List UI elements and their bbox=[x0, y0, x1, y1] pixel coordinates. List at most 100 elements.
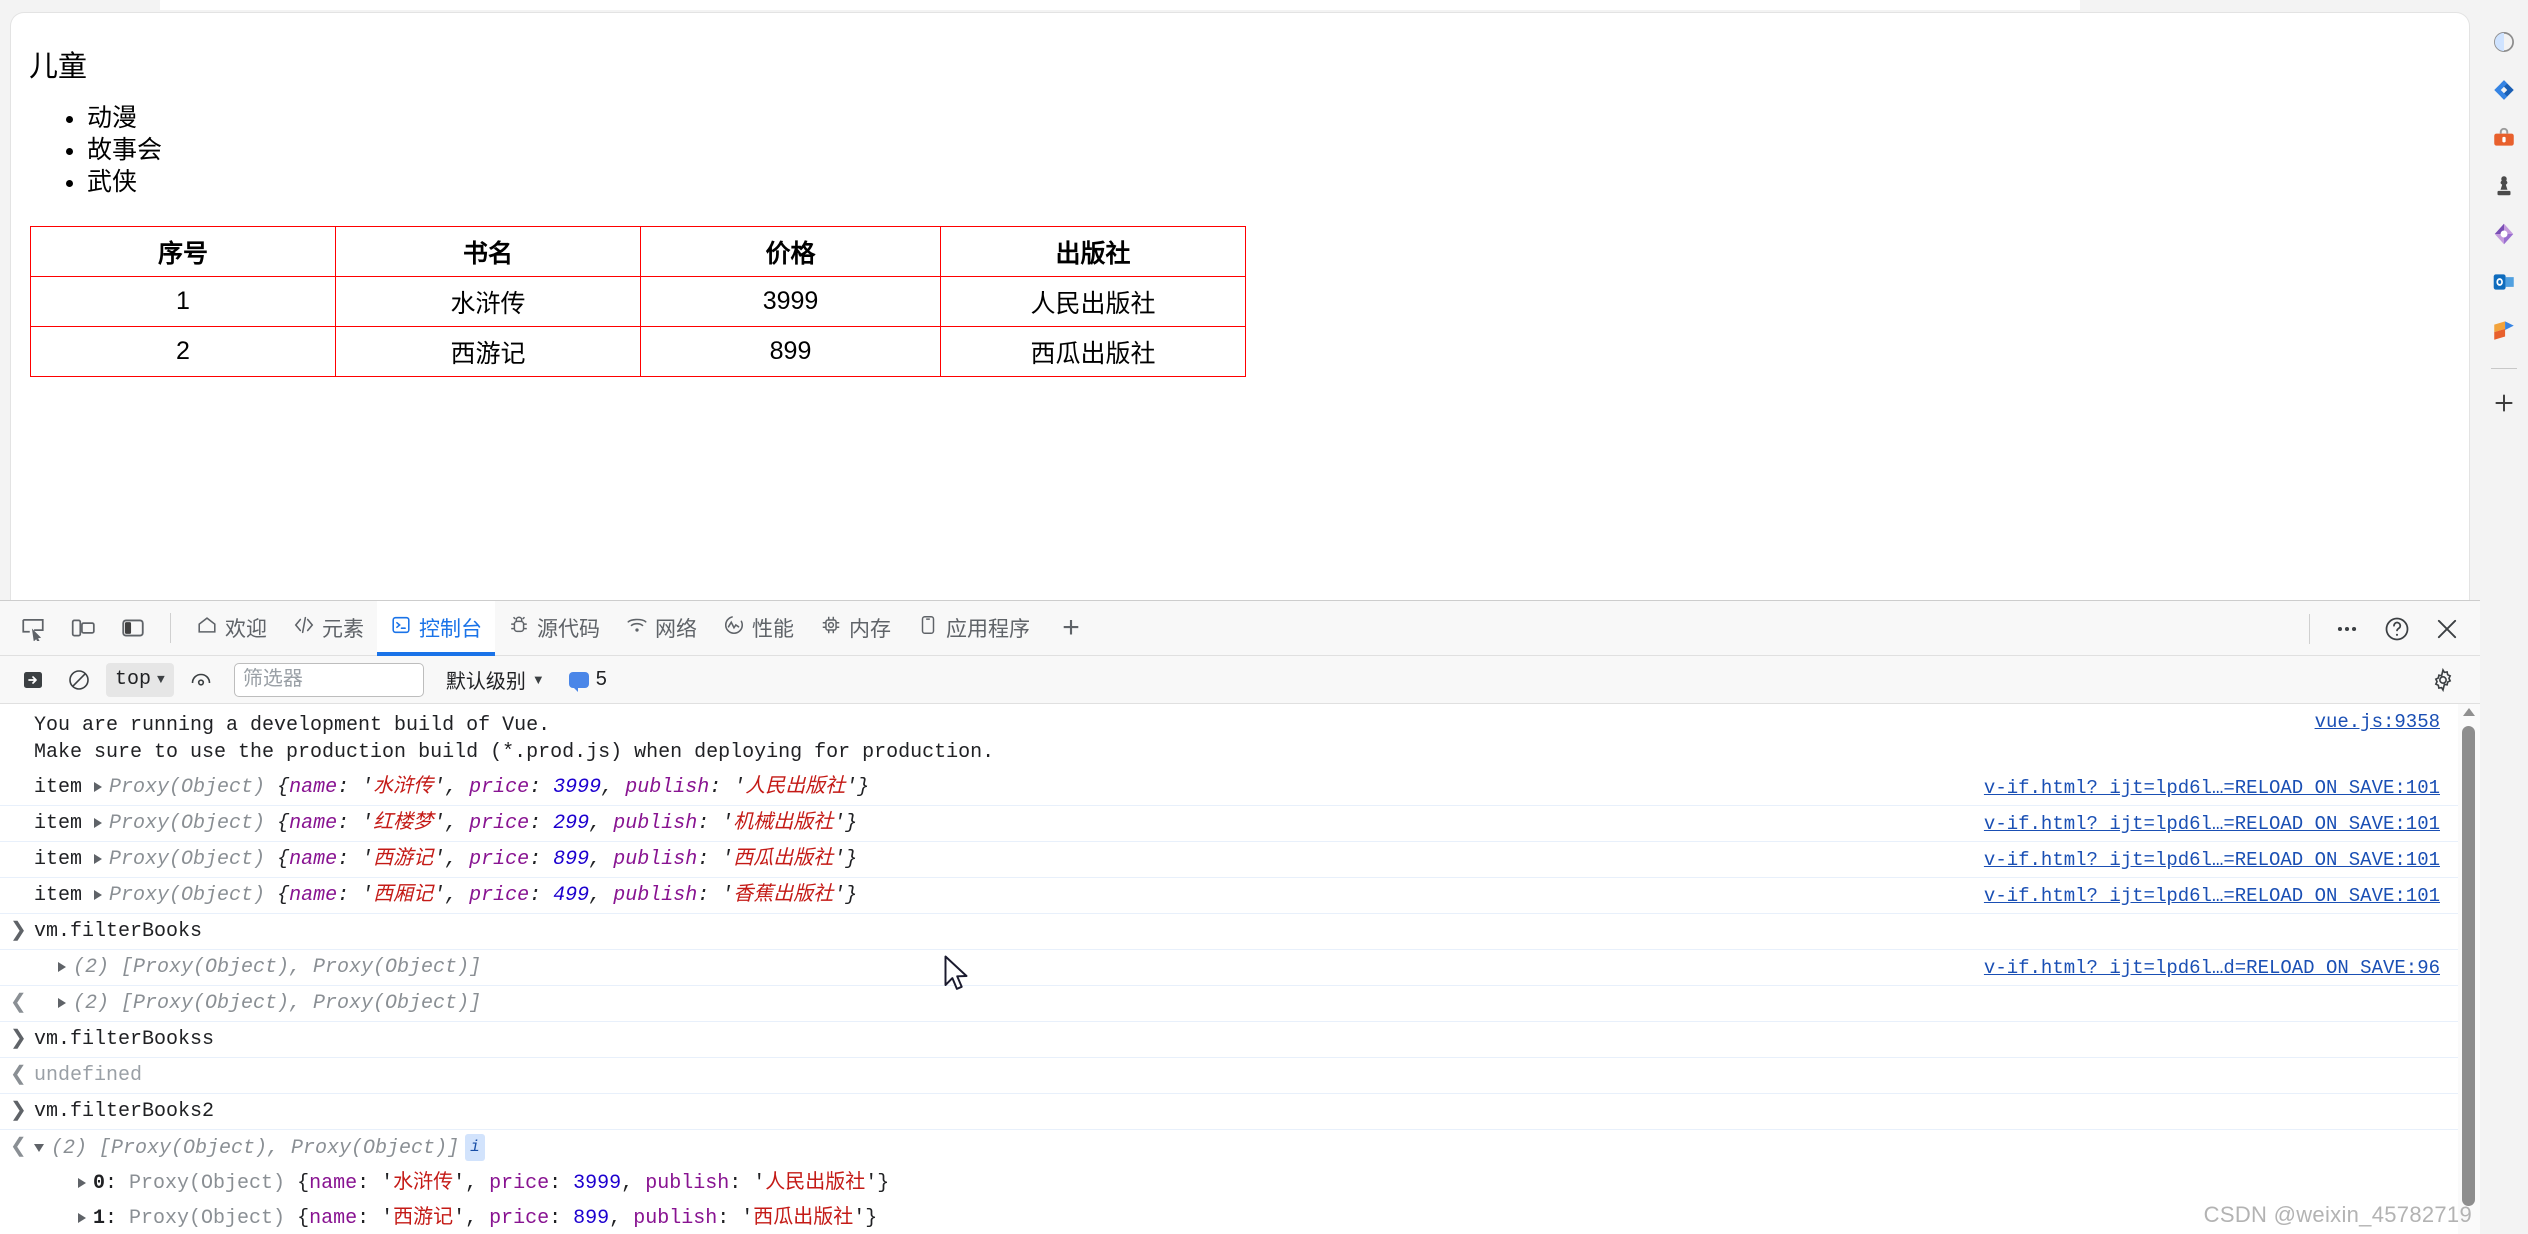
tab-elements[interactable]: 元素 bbox=[280, 601, 377, 656]
key-name: name bbox=[309, 1206, 358, 1230]
source-link[interactable]: v-if.html?_ijt=lpd6l…=RELOAD_ON_SAVE:101 bbox=[1984, 883, 2440, 910]
source-link[interactable]: vue.js:9358 bbox=[2315, 709, 2440, 736]
network-wifi-icon bbox=[626, 614, 648, 642]
expand-triangle-icon[interactable] bbox=[94, 817, 103, 828]
value-publish: 西瓜出版社 bbox=[733, 848, 834, 871]
object-type-label: Proxy(Object) bbox=[109, 776, 266, 799]
value-name: 西游记 bbox=[373, 848, 434, 871]
console-input-line[interactable]: ❯ vm.filterBooks bbox=[0, 914, 2480, 950]
toolbar-divider bbox=[170, 613, 171, 643]
category-list: 动漫 故事会 武侠 bbox=[29, 103, 2469, 198]
inspect-element-icon[interactable] bbox=[11, 606, 55, 650]
sidebar-item-copilot[interactable] bbox=[2484, 20, 2524, 68]
value-name: 水浒传 bbox=[393, 1171, 454, 1195]
info-badge-icon[interactable]: i bbox=[465, 1134, 485, 1161]
source-link[interactable]: v-if.html?_ijt=lpd6l…=RELOAD_ON_SAVE:101 bbox=[1984, 811, 2440, 838]
log-level-select[interactable]: 默认级别 ▼ bbox=[446, 665, 545, 694]
object-type-label: Proxy(Object) bbox=[109, 884, 266, 907]
sidebar-add-button[interactable] bbox=[2484, 379, 2524, 427]
performance-pulse-icon bbox=[723, 614, 745, 642]
item-prefix: item bbox=[34, 776, 83, 799]
expand-triangle-icon[interactable] bbox=[58, 961, 66, 972]
expand-triangle-icon[interactable] bbox=[94, 781, 103, 792]
table-header-row: 序号 书名 价格 出版社 bbox=[30, 226, 1246, 277]
expand-triangle-icon[interactable] bbox=[94, 889, 103, 900]
scrollbar-thumb[interactable] bbox=[2462, 726, 2475, 1206]
tab-welcome[interactable]: 欢迎 bbox=[183, 601, 280, 656]
sidebar-item-microsoft365[interactable] bbox=[2484, 212, 2524, 260]
more-options-icon[interactable] bbox=[2325, 607, 2369, 651]
book-table: 序号 书名 价格 出版社 1 水浒传 3999 人民出版社 2 西游记 899 … bbox=[30, 226, 1246, 377]
sidebar-item-edge-drop[interactable] bbox=[2484, 68, 2524, 116]
console-scrollbar[interactable] bbox=[2458, 704, 2480, 1234]
console-input-line[interactable]: ❯ vm.filterBookss bbox=[0, 1022, 2480, 1058]
expand-triangle-icon[interactable] bbox=[94, 853, 103, 864]
scroll-up-arrow-icon[interactable] bbox=[2463, 708, 2475, 716]
expand-triangle-icon[interactable] bbox=[78, 1177, 86, 1188]
source-link[interactable]: v-if.html?_ijt=lpd6l…=RELOAD_ON_SAVE:101 bbox=[1984, 847, 2440, 874]
object-type-label: Proxy(Object) bbox=[109, 812, 266, 835]
tab-network[interactable]: 网络 bbox=[613, 601, 710, 656]
list-item: 武侠 bbox=[87, 167, 2469, 198]
input-prompt-icon: ❯ bbox=[10, 1028, 27, 1051]
sidebar-item-outlook[interactable] bbox=[2484, 260, 2524, 308]
cell-index: 2 bbox=[30, 326, 336, 377]
source-link[interactable]: v-if.html?_ijt=lpd6l…=RELOAD_ON_SAVE:101 bbox=[1984, 775, 2440, 802]
collapse-triangle-icon[interactable] bbox=[34, 1143, 44, 1152]
page-title: 儿童 bbox=[29, 51, 88, 83]
fluent-apps-icon bbox=[2491, 317, 2517, 348]
tab-performance[interactable]: 性能 bbox=[710, 601, 807, 656]
dock-side-icon[interactable] bbox=[111, 606, 155, 650]
sidebar-item-games[interactable] bbox=[2484, 164, 2524, 212]
close-devtools-icon[interactable] bbox=[2425, 607, 2469, 651]
console-line: Make sure to use the production build (*… bbox=[34, 741, 995, 764]
tab-memory-label: 内存 bbox=[849, 618, 891, 641]
console-input-line[interactable]: ❯ vm.filterBooks2 bbox=[0, 1094, 2480, 1130]
sidebar-item-fluent-apps[interactable] bbox=[2484, 308, 2524, 356]
copilot-icon bbox=[2491, 29, 2517, 60]
chevron-down-icon: ▼ bbox=[531, 672, 545, 687]
console-filter-input[interactable] bbox=[233, 662, 424, 697]
gear-icon[interactable] bbox=[2424, 661, 2462, 699]
console-input-text: vm.filterBookss bbox=[34, 1028, 215, 1051]
browser-sidebar bbox=[2480, 0, 2528, 1234]
key-name: name bbox=[289, 812, 338, 835]
memory-chip-icon bbox=[820, 614, 842, 642]
console-output[interactable]: You are running a development build of V… bbox=[0, 704, 2480, 1234]
value-publish: 香蕉出版社 bbox=[733, 884, 834, 907]
toolbar-divider bbox=[2309, 613, 2310, 644]
key-price: price bbox=[469, 776, 530, 799]
value-publish: 人民出版社 bbox=[745, 776, 846, 799]
message-count-badge[interactable]: 5 bbox=[568, 668, 607, 692]
value-publish: 人民出版社 bbox=[765, 1171, 866, 1195]
value-price: 299 bbox=[553, 812, 590, 835]
tab-sources[interactable]: 源代码 bbox=[495, 601, 613, 656]
tab-console[interactable]: 控制台 bbox=[377, 600, 495, 656]
tab-application[interactable]: 应用程序 bbox=[904, 601, 1043, 656]
source-link[interactable]: v-if.html?_ijt=lpd6l…d=RELOAD_ON_SAVE:96 bbox=[1984, 955, 2440, 982]
watermark-text: CSDN @weixin_45782719 bbox=[2203, 1202, 2472, 1227]
device-toolbar-icon[interactable] bbox=[61, 606, 105, 650]
cell-index: 1 bbox=[30, 276, 336, 327]
key-price: price bbox=[489, 1206, 550, 1230]
console-array-expanded-result: ❮ (2) [Proxy(Object), Proxy(Object)] i bbox=[0, 1130, 2480, 1166]
sidebar-divider bbox=[2491, 368, 2517, 369]
add-panel-button[interactable]: + bbox=[1049, 606, 1093, 650]
active-browser-tab[interactable] bbox=[160, 0, 2080, 10]
tab-memory[interactable]: 内存 bbox=[807, 601, 904, 656]
array-index: 0 bbox=[93, 1171, 106, 1195]
clear-console-icon[interactable] bbox=[14, 661, 52, 699]
expand-triangle-icon[interactable] bbox=[78, 1212, 86, 1223]
live-expression-icon[interactable] bbox=[182, 661, 220, 699]
help-icon[interactable] bbox=[2375, 607, 2419, 651]
sidebar-item-tools[interactable] bbox=[2484, 116, 2524, 164]
home-icon bbox=[196, 614, 218, 642]
console-message-vue-warning: You are running a development build of V… bbox=[0, 704, 2480, 770]
execution-context-select[interactable]: top ▼ bbox=[106, 662, 174, 697]
key-price: price bbox=[469, 848, 530, 871]
expand-triangle-icon[interactable] bbox=[58, 997, 66, 1008]
key-publish: publish bbox=[613, 848, 698, 871]
block-icon[interactable] bbox=[60, 661, 98, 699]
value-name: 红楼梦 bbox=[373, 812, 434, 835]
result-value: undefined bbox=[34, 1064, 143, 1087]
